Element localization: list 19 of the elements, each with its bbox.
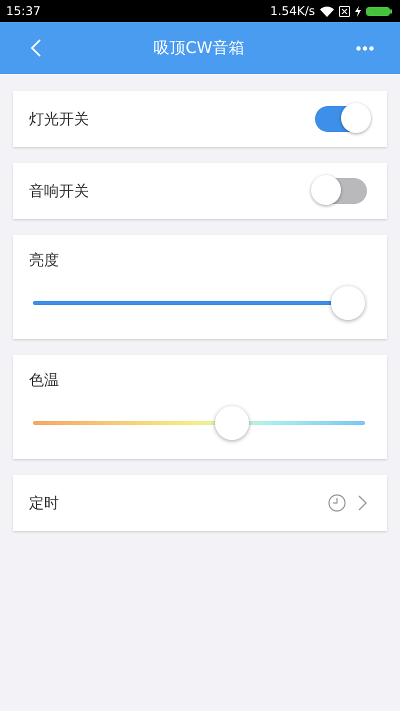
battery-icon xyxy=(366,6,392,16)
setting-label: 音响开关 xyxy=(29,182,89,200)
setting-label: 定时 xyxy=(29,494,59,512)
network-speed: 1.54K/s xyxy=(270,4,315,18)
setting-card[interactable]: 定时 xyxy=(13,475,387,531)
clock-icon xyxy=(328,494,346,512)
status-time: 15:37 xyxy=(6,4,41,18)
page-title: 吸顶CW音箱 xyxy=(154,38,244,58)
chevron-right-icon xyxy=(358,495,367,511)
setting-label: 亮度 xyxy=(29,251,60,270)
slider[interactable] xyxy=(33,406,365,440)
back-icon xyxy=(30,39,42,57)
sim-icon xyxy=(339,6,350,16)
more-icon xyxy=(356,46,374,50)
charging-icon xyxy=(355,6,361,16)
wifi-icon xyxy=(320,6,334,16)
slider[interactable] xyxy=(33,286,365,320)
setting-label: 灯光开关 xyxy=(29,110,89,128)
setting-label: 色温 xyxy=(29,371,60,390)
